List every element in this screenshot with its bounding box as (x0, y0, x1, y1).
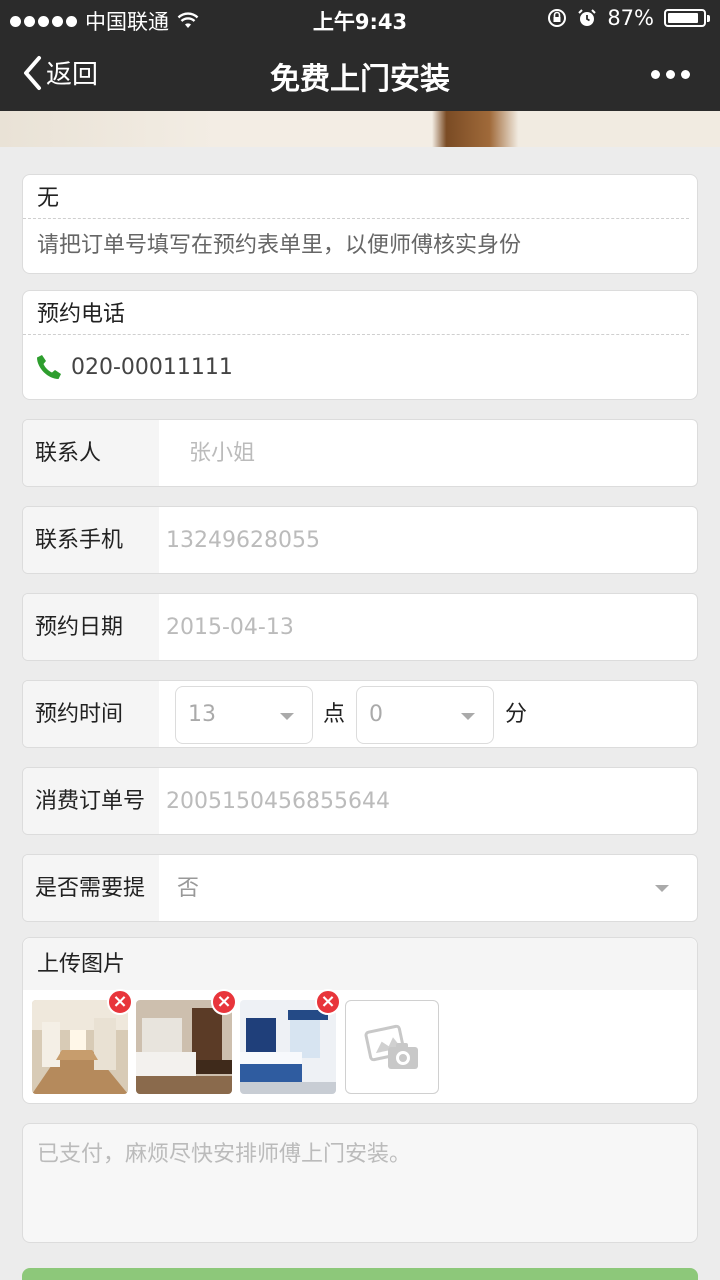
remark-textarea[interactable]: 已支付，麻烦尽快安排师傅上门安装。 (22, 1123, 698, 1243)
reminder-label: 是否需要提 (23, 855, 159, 921)
chevron-down-icon (655, 885, 669, 892)
phone-card-title: 预约电话 (23, 291, 689, 335)
chevron-down-icon (280, 713, 294, 720)
time-label: 预约时间 (23, 681, 159, 747)
minute-select[interactable]: 0 (356, 686, 494, 744)
rotation-lock-icon (548, 9, 567, 27)
contact-row: 联系人 张小姐 (22, 419, 698, 487)
mobile-label: 联系手机 (23, 507, 159, 573)
phone-card: 预约电话 020-00011111 (22, 290, 698, 400)
submit-button[interactable] (22, 1268, 698, 1280)
reminder-value: 否 (177, 876, 200, 901)
banner-image (0, 111, 720, 147)
hour-unit: 点 (323, 702, 346, 727)
date-row: 预约日期 2015-04-13 (22, 593, 698, 661)
hour-select[interactable]: 13 (175, 686, 313, 744)
more-menu-button[interactable] (651, 70, 690, 79)
reminder-row: 是否需要提 否 (22, 854, 698, 922)
uploaded-photo[interactable] (240, 1000, 336, 1094)
phone-link[interactable]: 020-00011111 (23, 335, 697, 399)
contact-input[interactable]: 张小姐 (189, 420, 255, 486)
hour-value: 13 (188, 702, 216, 727)
phone-number: 020-00011111 (71, 354, 233, 380)
phone-icon (37, 355, 61, 379)
reminder-select[interactable]: 否 (177, 855, 697, 921)
delete-photo-button[interactable]: × (107, 989, 133, 1015)
contact-label: 联系人 (23, 420, 159, 486)
order-label: 消费订单号 (23, 768, 159, 834)
chevron-down-icon (461, 713, 475, 720)
mobile-input[interactable]: 13249628055 (166, 507, 320, 573)
order-row: 消费订单号 2005150456855644 (22, 767, 698, 835)
notice-text: 请把订单号填写在预约表单里，以便师傅核实身份 (37, 233, 522, 258)
alarm-clock-icon (578, 9, 597, 26)
minute-value: 0 (369, 702, 383, 727)
uploaded-photo[interactable] (32, 1000, 128, 1094)
battery-percent: 87% (607, 6, 654, 30)
date-label: 预约日期 (23, 594, 159, 660)
delete-photo-button[interactable]: × (211, 989, 237, 1015)
camera-image-icon (364, 1024, 418, 1069)
order-input[interactable]: 2005150456855644 (166, 768, 390, 834)
page-title: 免费上门安装 (270, 62, 450, 97)
status-bar: 中国联通 上午9:43 87% (0, 0, 720, 36)
battery-icon (664, 9, 710, 27)
nav-bar: 返回 免费上门安装 (0, 36, 720, 111)
notice-card: 无 请把订单号填写在预约表单里，以便师傅核实身份 (22, 174, 698, 274)
upload-card: 上传图片 × × × (22, 937, 698, 1104)
date-input[interactable]: 2015-04-13 (166, 594, 294, 660)
notice-title: 无 (23, 175, 689, 219)
upload-title: 上传图片 (23, 938, 697, 990)
delete-photo-button[interactable]: × (315, 989, 341, 1015)
minute-unit: 分 (505, 702, 528, 727)
uploaded-photo[interactable] (136, 1000, 232, 1094)
time-row: 预约时间 13 点 0 分 (22, 680, 698, 748)
add-photo-button[interactable] (345, 1000, 439, 1094)
mobile-row: 联系手机 13249628055 (22, 506, 698, 574)
